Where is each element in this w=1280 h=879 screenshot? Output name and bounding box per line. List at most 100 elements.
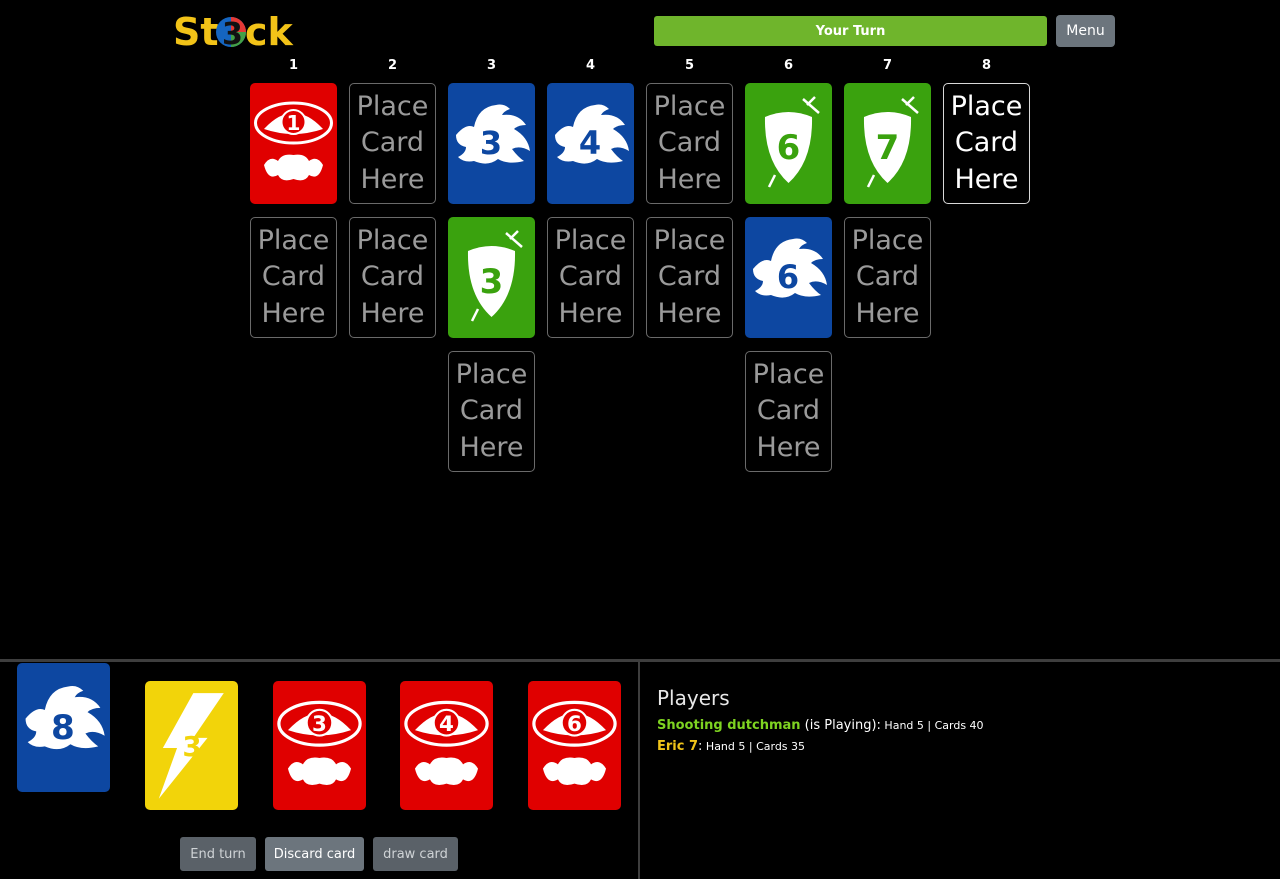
placeholder-text: Here [261,297,326,329]
column-number-8: 8 [981,58,992,73]
placeholder-text: Place [356,90,429,122]
placeholder-text: Card [360,261,425,293]
hand-card-yellow-3[interactable]: 3 [145,681,238,810]
panel-divider [638,662,640,879]
hand-card-red-6[interactable]: 6 [528,681,621,810]
placeholder-text: Place [356,224,429,256]
player-stats: Hand 5 | Cards 35 [702,740,806,753]
column-number-2: 2 [387,58,398,73]
placeholder-text: Card [657,261,722,293]
menu-button[interactable]: Menu [1056,15,1115,47]
zelda-shield-sword-icon: 3 [467,230,523,322]
column-number-1: 1 [288,58,299,73]
card-value: 7 [876,128,900,168]
place-card-slot[interactable]: Place Card Here [250,217,337,338]
sonic-head-icon: 3 [456,104,530,164]
card-value: 1 [287,111,301,135]
placeholder-text: Card [855,261,920,293]
placeholder-text: Card [360,127,425,159]
discard-card-button[interactable]: Discard card [265,837,364,871]
placeholder-text: Card [459,395,524,427]
column-number-4: 4 [585,58,596,73]
placeholder-text: Place [653,224,726,256]
board-card-red-1[interactable]: 1 [250,83,337,204]
svg-text:ck: ck [245,12,294,52]
st3ck-logo: St 3 ck [173,10,295,54]
end-turn-button[interactable]: End turn [180,837,256,871]
card-value: 3 [312,712,327,737]
placeholder-text: Card [261,261,326,293]
placeholder-text: Here [657,297,722,329]
place-card-slot[interactable]: Place Card Here [943,83,1030,204]
draw-card-button[interactable]: draw card [373,837,458,871]
board-card-green-3[interactable]: 3 [448,217,535,338]
place-card-slot[interactable]: Place Card Here [448,351,535,472]
bottom-divider [0,659,1280,662]
hand-card-red-3[interactable]: 3 [273,681,366,810]
card-value: 4 [439,712,454,737]
board-card-green-7[interactable]: 7 [844,83,931,204]
mario-hat-mustache-icon: 3 [277,700,362,786]
placeholder-text: Here [558,297,623,329]
placeholder-text: Here [360,163,425,195]
turn-indicator: Your Turn [654,16,1047,46]
column-number-3: 3 [486,58,497,73]
card-value: 6 [567,712,582,737]
placeholder-text: Place [752,358,825,390]
players-title: Players [657,686,730,710]
board-card-blue-3[interactable]: 3 [448,83,535,204]
player-row: Shooting dutchman (is Playing): Hand 5 |… [657,717,984,733]
place-card-slot[interactable]: Place Card Here [646,217,733,338]
sonic-head-icon: 6 [753,238,827,298]
column-number-5: 5 [684,58,695,73]
hand-card-blue-8[interactable]: 8 [17,663,110,792]
zelda-shield-sword-icon: 6 [764,96,820,188]
column-number-7: 7 [882,58,893,73]
place-card-slot[interactable]: Place Card Here [349,217,436,338]
sonic-head-icon: 4 [555,104,629,164]
placeholder-text: Card [558,261,623,293]
zelda-shield-sword-icon: 7 [863,96,919,188]
placeholder-text: Place [653,90,726,122]
svg-text:St: St [173,12,219,52]
placeholder-text: Here [657,163,722,195]
placeholder-text: Place [950,90,1023,122]
player-status: (is Playing): [800,718,881,733]
card-value: 3 [480,262,504,302]
place-card-slot[interactable]: Place Card Here [547,217,634,338]
placeholder-text: Card [657,127,722,159]
placeholder-text: Card [756,395,821,427]
lightning-bolt-icon: 3 [158,693,224,799]
board-card-blue-6[interactable]: 6 [745,217,832,338]
hand-card-red-4[interactable]: 4 [400,681,493,810]
place-card-slot[interactable]: Place Card Here [646,83,733,204]
placeholder-text: Here [954,163,1019,195]
placeholder-text: Place [455,358,528,390]
place-card-slot[interactable]: Place Card Here [349,83,436,204]
placeholder-text: Here [855,297,920,329]
player-stats: Hand 5 | Cards 40 [880,719,984,732]
card-value: 6 [777,258,799,296]
card-value: 4 [579,124,601,162]
svg-text:3: 3 [222,17,243,52]
place-card-slot[interactable]: Place Card Here [745,351,832,472]
player-name: Shooting dutchman [657,718,801,733]
mario-hat-mustache-icon: 6 [532,700,617,786]
placeholder-text: Here [360,297,425,329]
placeholder-text: Card [954,127,1019,159]
card-value: 8 [51,708,75,748]
placeholder-text: Place [554,224,627,256]
board-card-green-6[interactable]: 6 [745,83,832,204]
column-number-6: 6 [783,58,794,73]
player-row: Eric 7: Hand 5 | Cards 35 [657,738,805,754]
mario-hat-mustache-icon: 4 [404,700,489,786]
placeholder-text: Here [459,431,524,463]
board-card-blue-4[interactable]: 4 [547,83,634,204]
placeholder-text: Place [257,224,330,256]
card-value: 3 [182,730,201,763]
player-name: Eric 7 [657,739,699,754]
placeholder-text: Here [756,431,821,463]
sonic-head-icon: 8 [25,685,105,750]
placeholder-text: Place [851,224,924,256]
place-card-slot[interactable]: Place Card Here [844,217,931,338]
